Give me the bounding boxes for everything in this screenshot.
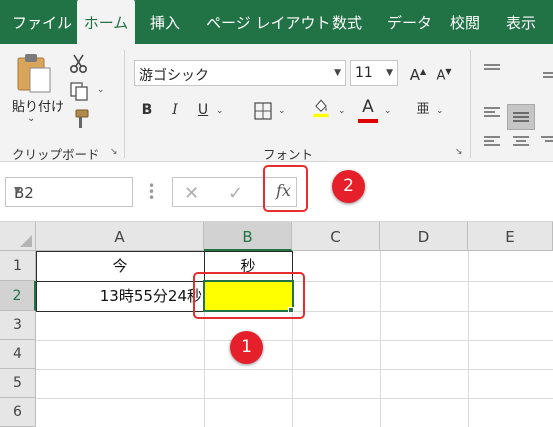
chevron-down-icon[interactable]: ▼ [386,68,393,78]
font-name-value: 游ゴシック [139,68,209,84]
chevron-down-icon[interactable]: ⌄ [384,106,392,116]
group-divider [124,50,125,158]
chevron-down-icon[interactable]: ▼ [334,68,341,78]
tab-file[interactable]: ファイル [12,0,72,44]
step-badge-2: 2 [332,170,365,203]
worksheet-grid: A B C D E 1 2 3 4 5 6 今 秒 13時55分24秒 [0,222,553,427]
align-left-text-icon[interactable] [481,132,503,154]
gridline [380,251,381,427]
clipboard-group-label: クリップボード [12,147,100,162]
cell-a1[interactable]: 今 [36,255,204,276]
align-left-icon[interactable] [481,102,503,124]
cancel-icon[interactable]: ✕ [184,183,199,204]
font-color-swatch [358,119,378,123]
font-color-button[interactable]: A [358,94,378,120]
tab-review[interactable]: 校閲 [450,0,480,44]
paste-label[interactable]: 貼り付け [12,96,64,115]
column-header-a[interactable]: A [36,222,204,251]
font-size-value: 11 [355,65,373,81]
row-header-6[interactable]: 6 [0,398,36,427]
scissors-icon[interactable] [68,52,90,74]
tab-view[interactable]: 表示 [506,0,536,44]
chevron-down-icon[interactable]: ▼ [14,186,126,196]
dialog-launcher-icon[interactable]: ↘ [455,147,463,157]
chevron-down-icon[interactable]: ⌄ [338,106,346,116]
phonetic-guide-button[interactable]: 亜 [414,97,432,123]
gridline [36,340,553,341]
dialog-launcher-icon[interactable]: ↘ [110,147,118,157]
chevron-down-icon[interactable]: ⌄ [278,106,286,116]
gridline [468,251,469,427]
paste-button[interactable] [14,52,54,94]
row-header-1[interactable]: 1 [0,251,36,281]
gridline [36,398,553,399]
step-badge-1: 1 [230,331,263,364]
ribbon-home: 貼り付け ⌄ ⌄ クリップボード ↘ 游ゴシック ▼ 11 ▼ A▲ A▼ B … [0,44,553,162]
italic-button[interactable]: I [166,97,184,123]
increase-font-size-button[interactable]: A▲ [408,59,428,85]
align-center-icon[interactable] [510,132,532,154]
align-middle-icon [513,112,529,122]
name-box[interactable]: B2 ▼ [5,177,133,207]
column-header-c[interactable]: C [292,222,380,251]
bold-button[interactable]: B [138,97,156,123]
chevron-down-icon[interactable]: ⌄ [436,106,444,116]
font-group-label: フォント [263,147,314,162]
chevron-down-icon[interactable]: ⌄ [216,106,224,116]
formula-bar-resize-handle[interactable]: • • • [148,180,155,204]
align-top-icon[interactable] [481,60,503,82]
select-all-triangle-icon [20,235,32,247]
column-header-d[interactable]: D [380,222,468,251]
ribbon-tab-bar: ファイル ホーム 挿入 ページ レイアウト 数式 データ 校閲 表示 [0,0,553,44]
select-all-button[interactable] [0,222,36,251]
format-painter-icon[interactable] [68,108,90,130]
copy-icon[interactable] [68,80,90,102]
align-bottom-icon[interactable] [540,60,553,82]
chevron-down-icon[interactable]: ⌄ [97,85,105,95]
fill-color-icon[interactable] [310,96,332,118]
tab-insert[interactable]: 挿入 [150,0,180,44]
chevron-down-icon[interactable]: ⌄ [27,113,35,124]
borders-icon[interactable] [252,100,274,122]
font-size-combo[interactable]: 11 ▼ [350,60,398,86]
enter-check-icon[interactable]: ✓ [228,183,243,204]
highlight-box-fx [263,165,308,212]
tab-page-layout[interactable]: ページ レイアウト [206,0,330,44]
tab-home[interactable]: ホーム [77,0,135,44]
row-header-2[interactable]: 2 [0,281,36,311]
row-header-4[interactable]: 4 [0,340,36,369]
underline-button[interactable]: U [194,97,212,123]
decrease-font-size-button[interactable]: A▼ [434,59,454,85]
tab-formulas[interactable]: 数式 [332,0,362,44]
gridline [36,369,553,370]
column-header-e[interactable]: E [468,222,553,251]
font-name-combo[interactable]: 游ゴシック ▼ [134,60,346,86]
highlight-box-b2 [193,272,305,319]
cell-a2[interactable]: 13時55分24秒 [36,285,202,306]
clipboard-icon [17,54,51,93]
column-header-b[interactable]: B [204,222,292,251]
row-header-3[interactable]: 3 [0,311,36,340]
align-right-icon[interactable] [538,132,553,154]
row-header-5[interactable]: 5 [0,369,36,398]
group-divider [470,50,471,158]
tab-data[interactable]: データ [387,0,432,44]
